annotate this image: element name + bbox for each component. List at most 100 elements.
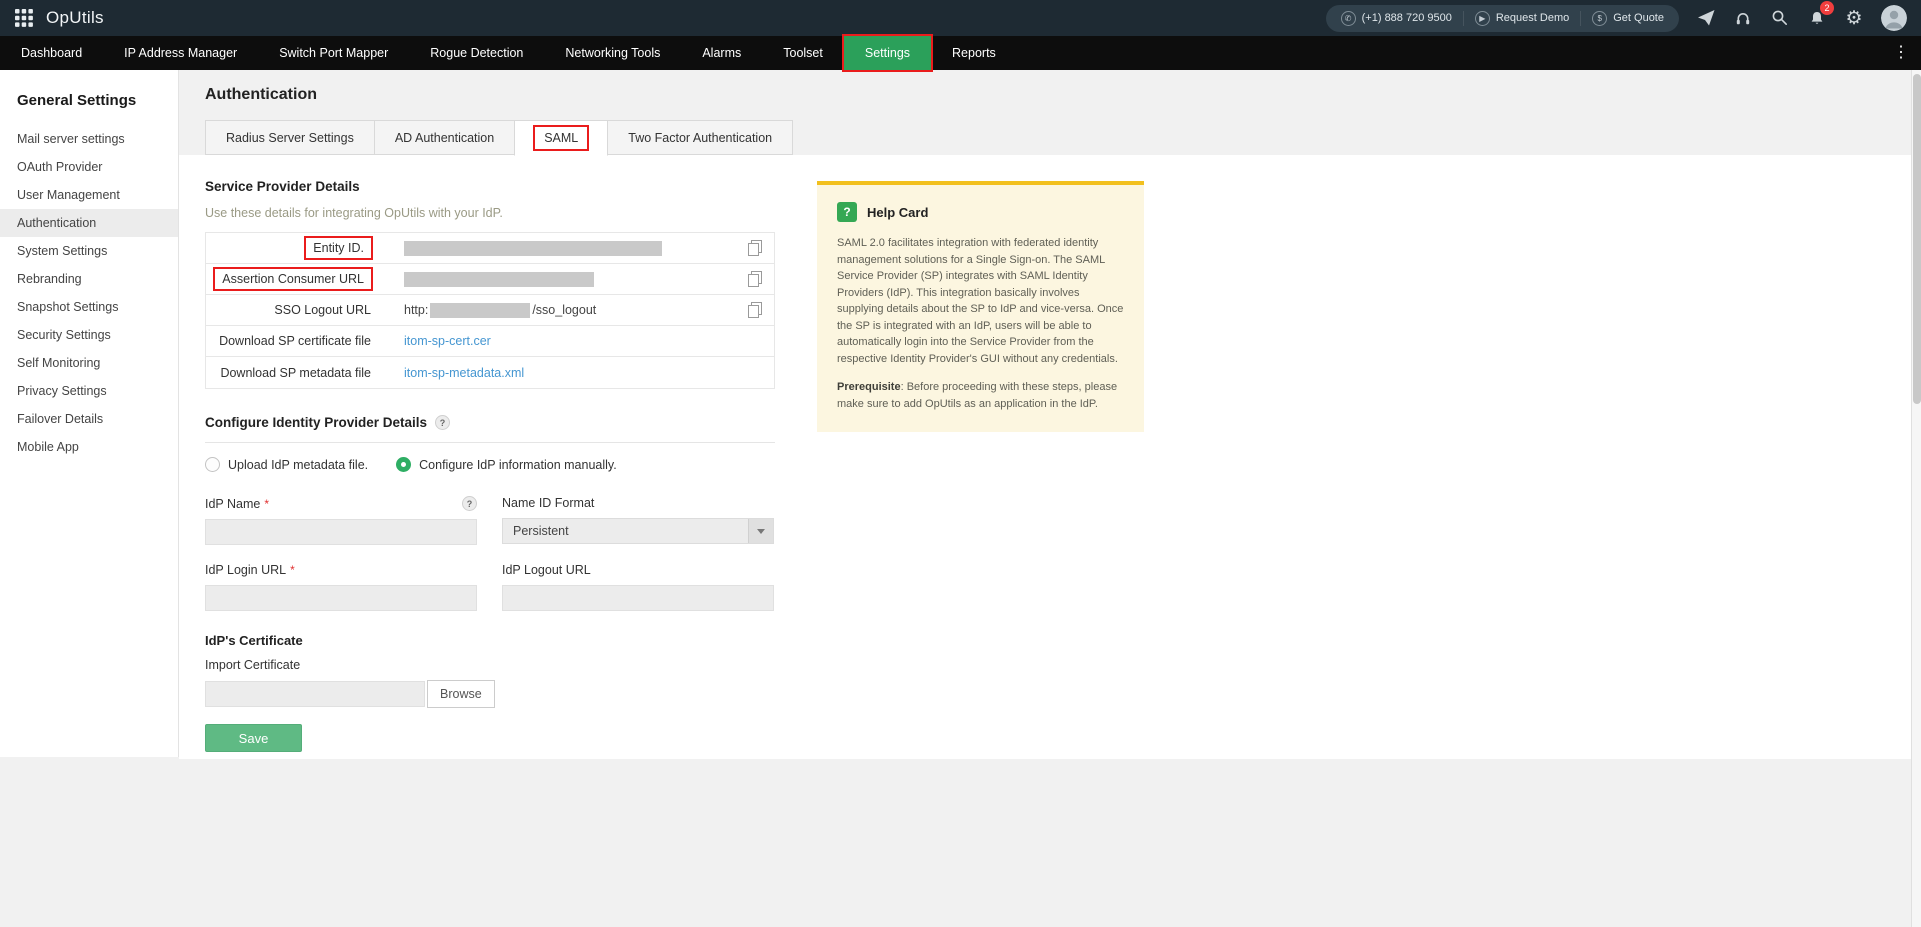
sidebar-title: General Settings bbox=[17, 92, 137, 109]
name-id-format-label: Name ID Format bbox=[502, 496, 595, 510]
apps-grid-icon[interactable] bbox=[14, 8, 34, 28]
notifications-bell-icon[interactable]: 2 bbox=[1807, 1, 1834, 28]
demo-icon: ▶ bbox=[1474, 10, 1490, 26]
nav-settings[interactable]: Settings bbox=[843, 36, 932, 70]
nav-dashboard[interactable]: Dashboard bbox=[0, 36, 103, 70]
app-logo[interactable]: OpUtils bbox=[46, 8, 104, 28]
idp-logout-url-label: IdP Logout URL bbox=[502, 563, 591, 577]
idp-fields-row-1: IdP Name * ? Name ID Format Persistent bbox=[205, 496, 1911, 545]
help-card-prerequisite: Prerequisite: Before proceeding with the… bbox=[837, 379, 1124, 412]
idp-fields-row-2: IdP Login URL * IdP Logout URL bbox=[205, 563, 1911, 611]
upload-idp-metadata-radio[interactable]: Upload IdP metadata file. bbox=[205, 457, 368, 472]
get-quote-link[interactable]: $ Get Quote bbox=[1580, 10, 1675, 26]
entity-id-label-cell: Entity ID. bbox=[206, 238, 371, 258]
help-question-icon: ? bbox=[837, 202, 857, 222]
phone-number-link[interactable]: ✆ (+1) 888 720 9500 bbox=[1330, 10, 1463, 26]
idp-logout-url-input[interactable] bbox=[502, 585, 774, 611]
idp-login-url-input[interactable] bbox=[205, 585, 477, 611]
name-id-format-select[interactable]: Persistent bbox=[502, 518, 774, 544]
sp-certificate-value-cell: itom-sp-cert.cer bbox=[371, 334, 774, 348]
sidebar-item-authentication[interactable]: Authentication bbox=[0, 209, 178, 237]
idp-name-input[interactable] bbox=[205, 519, 477, 545]
copy-icon[interactable] bbox=[748, 240, 762, 256]
saml-panel: Service Provider Details Use these detai… bbox=[179, 155, 1911, 759]
phone-icon: ✆ bbox=[1340, 10, 1356, 26]
divider bbox=[205, 442, 775, 443]
tab-saml[interactable]: SAML bbox=[514, 120, 609, 156]
help-card-body: SAML 2.0 facilitates integration with fe… bbox=[837, 237, 1124, 365]
tab-ad-authentication[interactable]: AD Authentication bbox=[373, 120, 516, 155]
browse-button[interactable]: Browse bbox=[427, 680, 495, 708]
sidebar-item-self-monitoring[interactable]: Self Monitoring bbox=[0, 349, 178, 377]
sidebar-item-system-settings[interactable]: System Settings bbox=[0, 237, 178, 265]
idp-login-url-label: IdP Login URL bbox=[205, 563, 287, 577]
acs-label-cell: Assertion Consumer URL bbox=[206, 269, 371, 289]
idp-config-mode-radios: Upload IdP metadata file. Configure IdP … bbox=[205, 457, 1911, 472]
sp-certificate-label: Download SP certificate file bbox=[219, 334, 371, 348]
sidebar-item-rebranding[interactable]: Rebranding bbox=[0, 265, 178, 293]
chevron-down-icon[interactable] bbox=[748, 519, 773, 543]
sp-metadata-label: Download SP metadata file bbox=[220, 365, 371, 380]
nav-switch-port-mapper[interactable]: Switch Port Mapper bbox=[258, 36, 409, 70]
radio-selected-icon[interactable] bbox=[396, 457, 412, 472]
vertical-scrollbar[interactable] bbox=[1911, 70, 1921, 927]
nav-rogue-detection[interactable]: Rogue Detection bbox=[409, 36, 544, 70]
nav-networking-tools[interactable]: Networking Tools bbox=[544, 36, 681, 70]
sidebar-item-security-settings[interactable]: Security Settings bbox=[0, 321, 178, 349]
entity-id-value-cell bbox=[371, 240, 774, 256]
content-area: Authentication Radius Server Settings AD… bbox=[179, 70, 1921, 927]
sidebar-item-user-management[interactable]: User Management bbox=[0, 181, 178, 209]
idp-logout-url-label-row: IdP Logout URL bbox=[502, 563, 774, 577]
sso-url-suffix: /sso_logout bbox=[532, 303, 597, 317]
acs-redacted-value bbox=[404, 271, 594, 287]
user-avatar[interactable] bbox=[1881, 5, 1907, 31]
idp-name-help-icon[interactable]: ? bbox=[462, 496, 477, 511]
nav-ip-address-manager[interactable]: IP Address Manager bbox=[103, 36, 258, 70]
table-row-sp-certificate: Download SP certificate file itom-sp-cer… bbox=[206, 326, 774, 357]
tab-two-factor-authentication[interactable]: Two Factor Authentication bbox=[607, 120, 794, 155]
nav-overflow-menu-icon[interactable]: ⋮ bbox=[1887, 36, 1915, 70]
authentication-tabs: Radius Server Settings AD Authentication… bbox=[205, 120, 794, 156]
import-certificate-row: Browse bbox=[205, 680, 1911, 708]
copy-icon[interactable] bbox=[748, 271, 762, 287]
page-title: Authentication bbox=[205, 86, 317, 103]
configure-idp-manually-radio[interactable]: Configure IdP information manually. bbox=[396, 457, 617, 472]
help-card-header: ? Help Card bbox=[837, 202, 1124, 222]
nav-toolset[interactable]: Toolset bbox=[762, 36, 844, 70]
settings-sidebar: General Settings Mail server settings OA… bbox=[0, 70, 179, 757]
import-certificate-label: Import Certificate bbox=[205, 658, 301, 672]
settings-gear-icon[interactable]: ⚙ bbox=[1844, 8, 1864, 28]
import-certificate-input[interactable] bbox=[205, 681, 425, 707]
save-button[interactable]: Save bbox=[205, 724, 302, 752]
sp-certificate-download-link[interactable]: itom-sp-cert.cer bbox=[404, 334, 491, 348]
sidebar-item-failover-details[interactable]: Failover Details bbox=[0, 405, 178, 433]
required-marker: * bbox=[290, 563, 295, 577]
table-row-sso-logout-url: SSO Logout URL http: /sso_logout bbox=[206, 295, 774, 326]
sp-metadata-download-link[interactable]: itom-sp-metadata.xml bbox=[404, 366, 524, 380]
sso-redacted-host bbox=[430, 302, 531, 318]
copy-icon[interactable] bbox=[748, 302, 762, 318]
configure-idp-help-icon[interactable]: ? bbox=[435, 415, 451, 430]
search-icon[interactable] bbox=[1770, 8, 1790, 28]
phone-number-text: (+1) 888 720 9500 bbox=[1361, 12, 1452, 24]
tab-radius-server-settings[interactable]: Radius Server Settings bbox=[205, 120, 375, 155]
nav-alarms[interactable]: Alarms bbox=[681, 36, 762, 70]
name-id-format-value: Persistent bbox=[513, 524, 569, 538]
radio-unselected-icon[interactable] bbox=[205, 457, 220, 472]
sso-logout-url-label: SSO Logout URL bbox=[274, 303, 371, 317]
entity-id-label: Entity ID. bbox=[306, 238, 371, 258]
sidebar-item-oauth-provider[interactable]: OAuth Provider bbox=[0, 153, 178, 181]
request-demo-link[interactable]: ▶ Request Demo bbox=[1462, 10, 1580, 26]
request-demo-text: Request Demo bbox=[1495, 12, 1570, 24]
sidebar-item-snapshot-settings[interactable]: Snapshot Settings bbox=[0, 293, 178, 321]
scrollbar-thumb[interactable] bbox=[1913, 74, 1921, 404]
idp-certificate-title: IdP's Certificate bbox=[205, 633, 303, 648]
configure-idp-title: Configure Identity Provider Details bbox=[205, 415, 428, 430]
nav-reports[interactable]: Reports bbox=[931, 36, 1017, 70]
send-feedback-icon[interactable] bbox=[1696, 8, 1716, 28]
sidebar-item-privacy-settings[interactable]: Privacy Settings bbox=[0, 377, 178, 405]
sidebar-item-mail-server-settings[interactable]: Mail server settings bbox=[0, 125, 178, 153]
sidebar-item-mobile-app[interactable]: Mobile App bbox=[0, 433, 178, 461]
assertion-consumer-url-label: Assertion Consumer URL bbox=[215, 269, 371, 289]
support-headset-icon[interactable] bbox=[1733, 8, 1753, 28]
